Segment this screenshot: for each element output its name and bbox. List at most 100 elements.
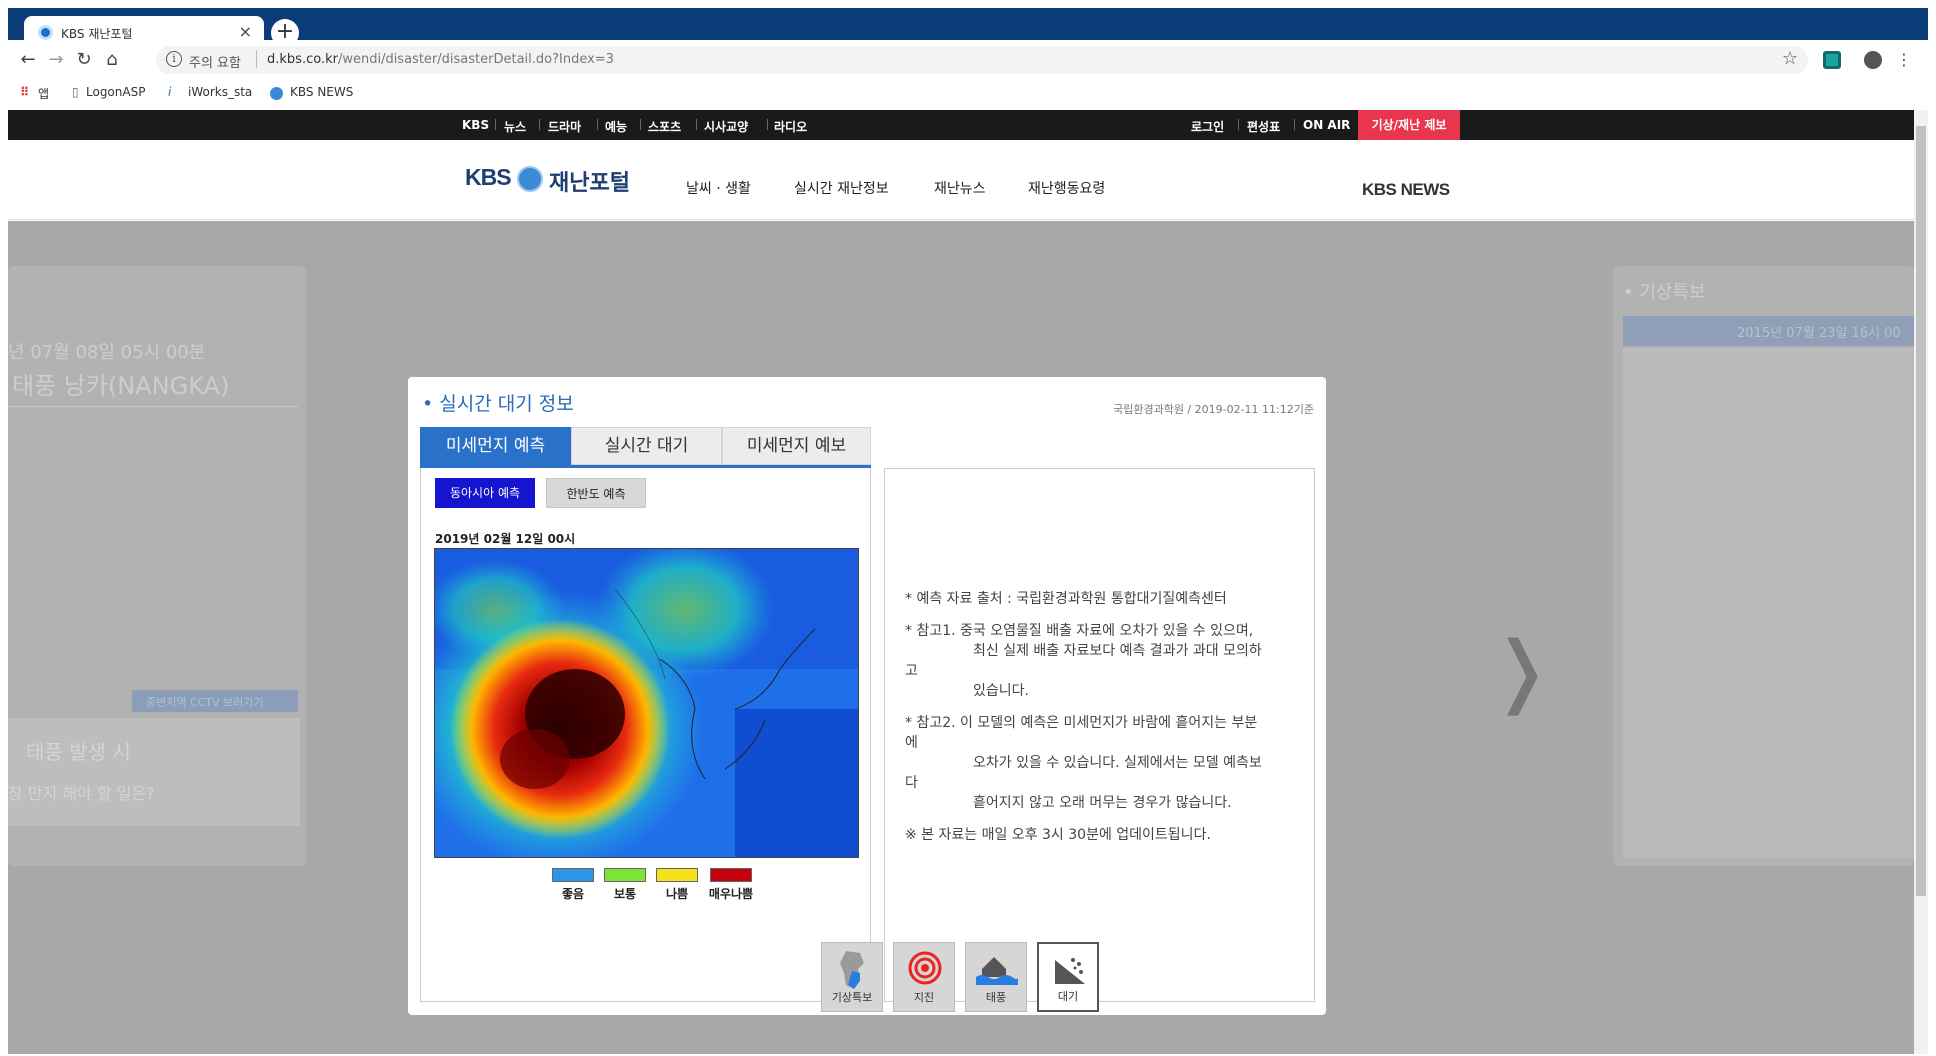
legend-good-swatch (552, 868, 594, 882)
legend-good: 좋음 (545, 868, 601, 902)
gnb-schedule[interactable]: 편성표 (1247, 118, 1280, 135)
dock-weather-warning[interactable]: 기상특보 (821, 942, 883, 1012)
bookmarks-bar: ⠿ 앱 ▯ LogonASP i iWorks_sta KBS NEWS (8, 80, 1928, 108)
bg-weather-title: • 기상특보 (1623, 282, 1706, 303)
divider (696, 119, 697, 130)
bookmark-iworks[interactable]: iWorks_sta (188, 85, 252, 99)
bg-typhoon-date: 년 07월 08일 05시 00분 (8, 342, 206, 363)
dock-air-quality[interactable]: 대기 (1037, 942, 1099, 1012)
note-ref2: * 참고2. 이 모델의 예측은 미세먼지가 바람에 흩어지는 부분 (905, 715, 1258, 731)
bookmark-apps[interactable]: 앱 (38, 85, 49, 102)
bg-typhoon-banner-sub: 창 만지 해야 할 일은? (8, 784, 155, 803)
page-icon: ▯ (72, 85, 79, 99)
gnb-news[interactable]: 뉴스 (504, 118, 526, 135)
security-warning[interactable]: 주의 요함 (189, 52, 241, 71)
divider (1294, 119, 1295, 130)
back-arrow-icon[interactable]: ← (14, 46, 42, 74)
modal-title: • 실시간 대기 정보 (422, 393, 574, 415)
legend-bad-swatch (656, 868, 698, 882)
bg-weather-date: 2015년 07월 23일 16시 00 (1737, 326, 1901, 341)
pm-legend: 좋음 보통 나쁨 매우나쁨 (545, 868, 765, 908)
tab-fine-dust-prediction[interactable]: 미세먼지 예측 (420, 427, 571, 465)
nav-disaster-news[interactable]: 재난뉴스 (934, 178, 986, 198)
prediction-pane: 동아시아 예측 한반도 예측 2019년 02월 12일 00시 좋음 보통 나… (420, 468, 871, 1002)
bg-typhoon-title: 태풍 낭카(NANGKA) (12, 372, 230, 400)
background-typhoon-panel: 년 07월 08일 05시 00분 태풍 낭카(NANGKA) 중변지역 CCT… (8, 266, 306, 866)
logo-kbs-text: KBS (465, 164, 512, 190)
bookmark-star-icon[interactable]: ☆ (1782, 48, 1798, 69)
pm-forecast-map (434, 548, 859, 858)
forecast-datetime: 2019년 02월 12일 00시 (435, 532, 576, 546)
note-ref1-line4: 있습니다. (973, 683, 1029, 699)
divider (495, 119, 496, 130)
bookmark-logonasp[interactable]: LogonASP (86, 85, 145, 99)
forward-arrow-icon[interactable]: → (42, 46, 70, 74)
earthquake-target-icon (908, 951, 942, 985)
home-icon[interactable]: ⌂ (98, 46, 126, 74)
dock-typhoon[interactable]: 태풍 (965, 942, 1027, 1012)
reload-icon[interactable]: ↻ (70, 46, 98, 74)
gnb-on-air[interactable]: ON AIR (1303, 118, 1350, 132)
bg-typhoon-banner-title: 태풍 발생 시 (26, 740, 131, 764)
tab-fine-dust-forecast[interactable]: 미세먼지 예보 (722, 427, 871, 465)
note-ref1-line2: 최신 실제 배출 자료보다 예측 결과가 과대 모의하 (973, 643, 1262, 659)
east-asia-prediction-button[interactable]: 동아시아 예측 (435, 478, 535, 508)
korea-prediction-button[interactable]: 한반도 예측 (546, 478, 646, 508)
note-ref2-line3: 오차가 있을 수 있습니다. 실제에서는 모델 예측보 (973, 755, 1262, 771)
nav-weather-life[interactable]: 날씨 · 생활 (686, 178, 751, 198)
kbs-favicon-icon (38, 25, 53, 40)
gnb-login[interactable]: 로그인 (1191, 118, 1224, 135)
scrollbar-thumb[interactable] (1916, 126, 1926, 896)
gnb-drama[interactable]: 드라마 (548, 118, 581, 135)
note-update-time: ※ 본 자료는 매일 오후 3시 30분에 업데이트됩니다. (905, 827, 1211, 843)
account-icon[interactable] (1864, 51, 1882, 69)
bg-weather-date-bar: 2015년 07월 23일 16시 00 (1623, 316, 1914, 346)
background-weather-panel: • 기상특보 2015년 07월 23일 16시 00 (1613, 266, 1914, 866)
browser-tabstrip: KBS 재난포털 × + (8, 8, 1928, 48)
modal-backdrop: 년 07월 08일 05시 00분 태풍 낭카(NANGKA) 중변지역 CCT… (8, 221, 1914, 1054)
page-scrollbar[interactable] (1914, 110, 1928, 1054)
info-icon[interactable]: i (166, 51, 182, 67)
divider (539, 119, 540, 130)
bg-korea-map (1623, 348, 1914, 858)
web-page: KBS 뉴스 드라마 예능 스포츠 시사교양 라디오 로그인 편성표 ON AI… (8, 110, 1914, 1054)
gnb-variety[interactable]: 예능 (605, 118, 627, 135)
legend-very-bad-label: 매우나쁨 (708, 887, 754, 901)
apps-grid-icon[interactable]: ⠿ (20, 85, 29, 99)
gnb-radio[interactable]: 라디오 (774, 118, 807, 135)
menu-icon[interactable]: ⋮ (1890, 46, 1918, 74)
divider (256, 50, 257, 68)
gnb-current-affairs[interactable]: 시사교양 (704, 118, 748, 135)
dock-earthquake-label: 지진 (913, 991, 935, 1004)
bg-cctv-label: 중변지역 CCTV 보러가기 (146, 696, 264, 709)
data-source-timestamp: 국립환경과학원 / 2019-02-11 11:12기준 (1113, 403, 1314, 416)
close-tab-icon[interactable]: × (239, 22, 252, 41)
url-domain: d.kbs.co.kr (267, 52, 338, 67)
nav-realtime-disaster[interactable]: 실시간 재난정보 (794, 178, 889, 198)
kbs-favicon-icon (270, 87, 283, 100)
legend-bad: 나쁨 (649, 868, 705, 902)
kbs-news-logo[interactable]: KBS NEWS (1362, 180, 1450, 200)
weather-report-button[interactable]: 기상/재난 제보 (1358, 110, 1460, 140)
bg-typhoon-banner: 태풍 발생 시 창 만지 해야 할 일은? (8, 718, 300, 826)
logo-portal-text: 재난포털 (549, 171, 630, 196)
note-ref2-line2: 에 (905, 735, 918, 751)
note-source: * 예측 자료 출처 : 국립환경과학원 통합대기질예측센터 (905, 591, 1227, 607)
address-bar[interactable]: i 주의 요함 d.kbs.co.kr/wendi/disaster/disas… (156, 46, 1808, 74)
legend-normal-swatch (604, 868, 646, 882)
iworks-icon: i (168, 85, 172, 99)
dust-icon (1055, 958, 1085, 984)
global-nav-bar: KBS 뉴스 드라마 예능 스포츠 시사교양 라디오 로그인 편성표 ON AI… (8, 110, 1914, 140)
nav-disaster-guidelines[interactable]: 재난행동요령 (1028, 178, 1105, 198)
note-ref1: * 참고1. 중국 오염물질 배출 자료에 오차가 있을 수 있으며, (905, 623, 1254, 639)
extension-icon[interactable] (1823, 51, 1841, 69)
gnb-kbs[interactable]: KBS (462, 118, 489, 132)
url-path: /wendi/disaster/disasterDetail.do?Index=… (337, 52, 614, 67)
url-text[interactable]: d.kbs.co.kr/wendi/disaster/disasterDetai… (267, 52, 614, 67)
bg-typhoon-table (8, 406, 298, 676)
tab-realtime-air[interactable]: 실시간 대기 (571, 427, 722, 465)
next-arrow-icon[interactable]: ❭ (1489, 626, 1554, 716)
bookmark-kbs-news[interactable]: KBS NEWS (290, 85, 353, 99)
dock-earthquake[interactable]: 지진 (893, 942, 955, 1012)
gnb-sports[interactable]: 스포츠 (648, 118, 681, 135)
